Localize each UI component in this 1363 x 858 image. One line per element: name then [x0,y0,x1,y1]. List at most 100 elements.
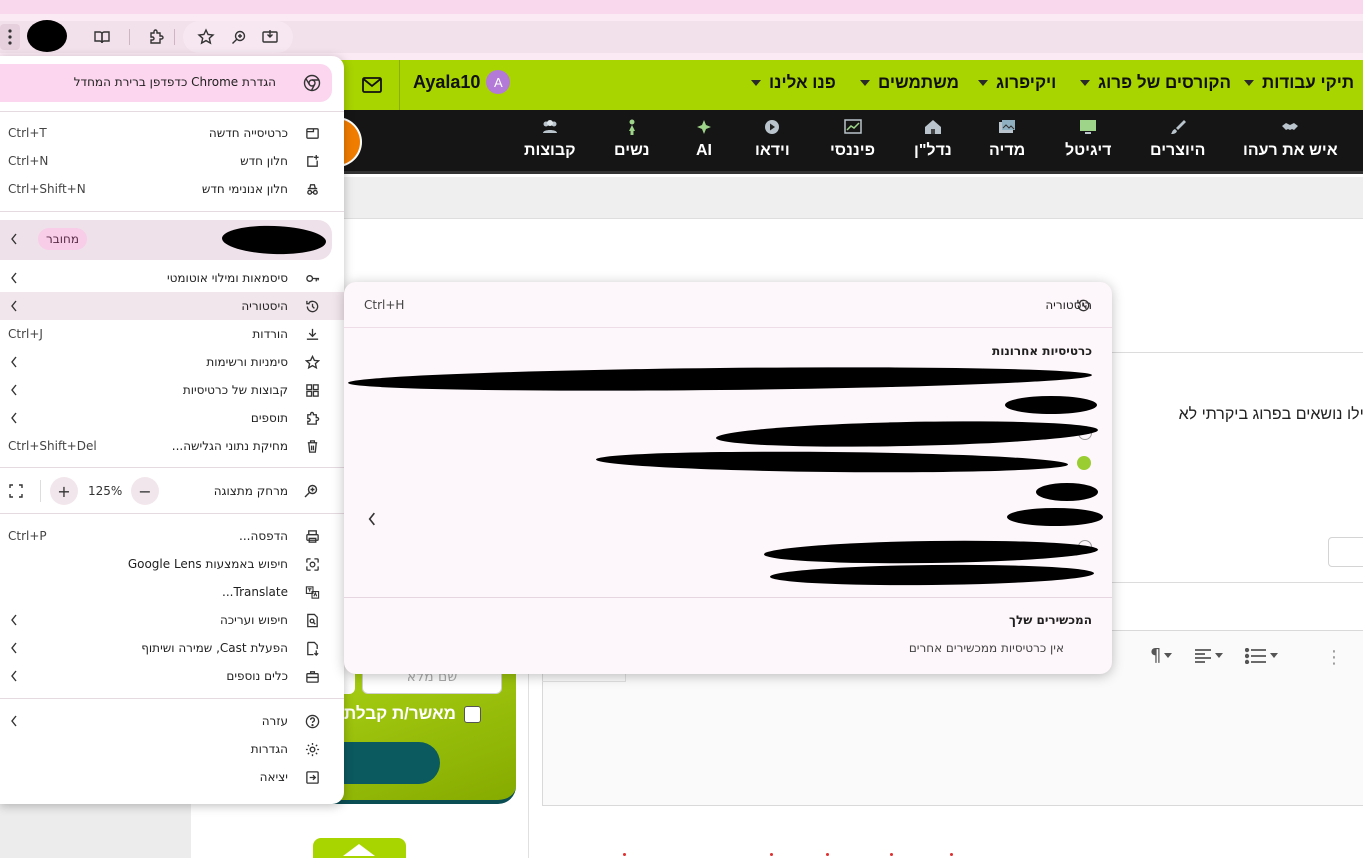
caret-down-icon [978,80,988,86]
zoom-divider [40,480,41,502]
bookmark-star-button[interactable] [192,24,220,50]
username: Ayala10 [413,71,481,92]
zoom-in-button[interactable]: + [50,477,78,505]
shortcut-label: Ctrl+Shift+Del [8,439,97,453]
chevron-left-icon [11,670,17,682]
category-label: מדיה [989,142,1026,159]
nav-users[interactable]: משתמשים [860,73,959,93]
nav-portfolios[interactable]: תיקי עבודות [1244,73,1354,93]
consent-checkbox[interactable] [463,705,481,723]
menu-divider [0,211,344,212]
history-icon [1077,299,1090,312]
menu-label: הורדות [252,327,288,341]
profile-avatar[interactable] [27,20,67,52]
menu-tab-groups[interactable]: קבוצות של כרטיסיות [0,376,344,404]
zoom-button[interactable] [225,24,253,50]
menu-label: חיפוש ועריכה [219,613,288,627]
menu-label: הפעלת Cast, שמירה ושיתוף [141,641,288,655]
category-video[interactable]: וידאו [755,118,790,160]
install-app-button[interactable] [256,24,284,50]
menu-label: היסטוריה [241,299,288,313]
chevron-left-icon [11,642,17,654]
category-friends[interactable]: איש את רעהו [1243,118,1338,160]
menu-more-tools[interactable]: כלים נוספים [0,662,344,690]
menu-translate[interactable]: Translate... [0,578,344,606]
menu-label: מחיקת נתוני הגלישה... [171,439,288,453]
menu-label: הגדרות [250,742,288,756]
chart-icon [843,119,862,134]
menu-settings[interactable]: הגדרות [0,735,344,763]
consent-row[interactable]: מאשר/ת קבלת [344,704,481,724]
chrome-menu-button[interactable] [0,24,20,50]
caret-down-icon [1270,653,1279,658]
menu-print[interactable]: Ctrl+P הדפסה... [0,522,344,550]
menu-passwords[interactable]: סיסמאות ומילוי אוטומטי [0,264,344,292]
menu-find-edit[interactable]: חיפוש ועריכה [0,606,344,634]
divider [1110,352,1363,353]
menu-label: יציאה [259,770,288,784]
nav-label: פנו אלינו [769,73,836,92]
menu-label: קבוצות של כרטיסיות [182,383,288,397]
set-default-browser-button[interactable]: הגדרת Chrome כדפדפן ברירת המחדל [0,64,332,102]
category-ai[interactable]: AI [694,118,714,160]
reading-list-button[interactable] [88,24,116,50]
answer-field[interactable]: לי [1328,537,1363,567]
shortcut-label: Ctrl+Shift+N [8,182,86,196]
fullscreen-button[interactable] [4,479,28,503]
key-icon [303,269,321,287]
menu-label: תוספים [250,411,288,425]
images-icon [999,120,1016,133]
house-icon [924,120,941,134]
category-women[interactable]: נשים [614,118,650,160]
align-button[interactable] [1194,648,1224,664]
menu-downloads[interactable]: Ctrl+J הורדות [0,320,344,348]
nav-label: ויקיפרוג [996,73,1057,92]
zoom-label: מרחק מתצוגה [213,484,288,498]
user-menu[interactable]: Ayala10 A [413,70,511,94]
menu-clear-browsing-data[interactable]: Ctrl+Shift+Del מחיקת נתוני הגלישה... [0,432,344,460]
menu-new-incognito[interactable]: Ctrl+Shift+N חלון אנונימי חדש [0,175,344,203]
list-button[interactable] [1245,647,1279,664]
extensions-button[interactable] [142,24,170,50]
menu-google-lens[interactable]: חיפוש באמצעות Google Lens [0,550,344,578]
category-finance[interactable]: פיננסי [830,118,875,160]
menu-help[interactable]: עזרה [0,707,344,735]
nav-courses[interactable]: הקורסים של פרוג [1080,73,1231,93]
play-icon [765,120,780,134]
history-icon [303,297,321,315]
star-icon [303,353,321,371]
menu-new-window[interactable]: Ctrl+N חלון חדש [0,147,344,175]
category-label: היוצרים [1150,142,1206,159]
woman-icon [628,119,635,135]
menu-history[interactable]: היסטוריה [0,292,344,320]
nav-wiki[interactable]: ויקיפרוג [978,73,1056,93]
menu-cast-save-share[interactable]: הפעלת Cast, שמירה ושיתוף [0,634,344,662]
zoom-icon [304,484,318,498]
redacted-recent-tab[interactable] [1005,396,1097,414]
chevron-left-icon[interactable] [366,512,378,526]
category-realestate[interactable]: נדל"ן [914,118,952,160]
menu-new-tab[interactable]: Ctrl+T כרטיסייה חדשה [0,119,344,147]
nav-label: משתמשים [878,73,959,92]
messages-button[interactable] [344,60,400,110]
redacted-recent-tab[interactable] [1036,483,1098,501]
scroll-top-button[interactable] [313,838,406,858]
category-digital[interactable]: דיגיטל [1065,118,1111,160]
profile-row[interactable]: מחובר [0,220,332,260]
menu-exit[interactable]: יציאה [0,763,344,791]
editor-more-icon[interactable]: ⋮ [1325,647,1343,668]
category-media[interactable]: מדיה [989,118,1025,160]
menu-bookmarks[interactable]: סימניות ורשימות [0,348,344,376]
redacted-recent-tab[interactable] [1007,508,1103,526]
incognito-icon [303,180,321,198]
history-header[interactable]: היסטוריה Ctrl+H [344,282,1112,328]
menu-extensions[interactable]: תוספים [0,404,344,432]
category-groups[interactable]: קבוצות [524,118,576,160]
nav-contact[interactable]: פנו אלינו [751,73,836,93]
zoom-out-button[interactable]: − [131,477,159,505]
zoom-icon [232,30,246,44]
help-icon [303,712,321,730]
paragraph-format-button[interactable]: ¶ [1150,645,1173,666]
category-creators[interactable]: היוצרים [1150,118,1205,160]
chevron-left-icon [11,715,17,727]
